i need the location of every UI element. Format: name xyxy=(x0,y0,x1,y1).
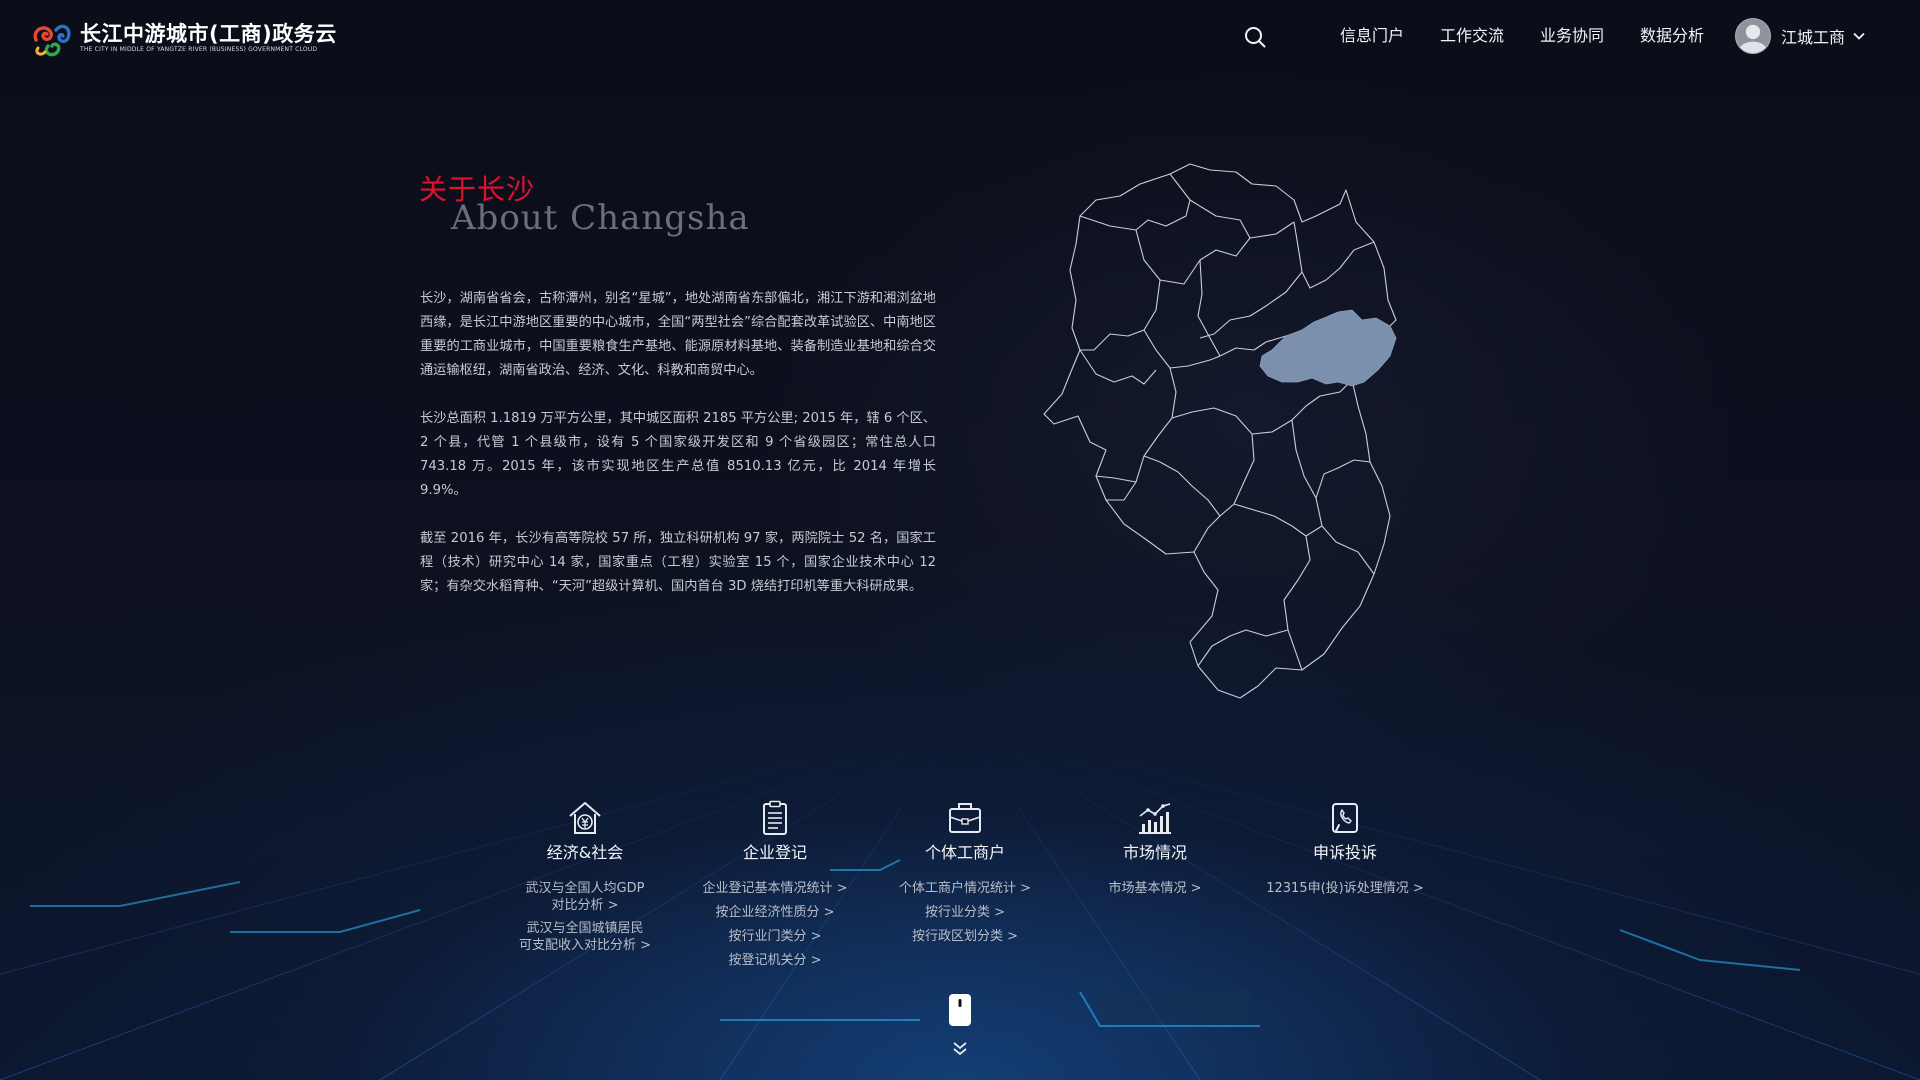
link-by-administrative-division[interactable]: 按行政区划分类 > xyxy=(870,928,1060,946)
site-logo[interactable]: 长江中游城市(工商)政务云 THE CITY IN MIDDLE OF YANG… xyxy=(28,18,337,58)
category-title: 市场情况 xyxy=(1122,843,1187,862)
chevron-down-icon xyxy=(1853,32,1865,40)
logo-title-en: THE CITY IN MIDDLE OF YANGTZE RIVER (BUS… xyxy=(80,46,318,53)
scroll-down-icon[interactable] xyxy=(946,993,974,1061)
top-header: 长江中游城市(工商)政务云 THE CITY IN MIDDLE OF YANG… xyxy=(0,0,1920,74)
changsha-region-highlight xyxy=(1259,309,1397,387)
province-map xyxy=(1043,163,1397,699)
province-outline xyxy=(1043,163,1397,699)
category-enterprise-registration: 企业登记 企业登记基本情况统计 > 按企业经济性质分 > 按行业门类分 > 按登… xyxy=(680,800,870,976)
nav-item-data-analysis[interactable]: 数据分析 xyxy=(1640,24,1704,48)
logo-title-cn: 长江中游城市(工商)政务云 xyxy=(80,22,337,46)
link-registration-stats[interactable]: 企业登记基本情况统计 > xyxy=(680,880,870,898)
clipboard-icon xyxy=(763,800,787,835)
search-icon[interactable] xyxy=(1243,25,1267,49)
category-title: 企业登记 xyxy=(742,843,807,862)
link-market-overview[interactable]: 市场基本情况 > xyxy=(1060,880,1250,898)
about-description: 长沙，湖南省省会，古称潭州，别名“星城”，地处湖南省东部偏北，湘江下游和湘浏盆地… xyxy=(420,287,936,623)
user-name: 江城工商 xyxy=(1781,28,1846,47)
link-by-registration-authority[interactable]: 按登记机关分 > xyxy=(680,952,870,970)
link-individual-business-stats[interactable]: 个体工商户情况统计 > xyxy=(870,880,1060,898)
category-title: 经济&社会 xyxy=(546,843,624,862)
link-by-industry-category[interactable]: 按行业门类分 > xyxy=(680,928,870,946)
link-by-economic-type[interactable]: 按企业经济性质分 > xyxy=(680,904,870,922)
briefcase-icon xyxy=(949,803,981,833)
link-income-comparison[interactable]: 武汉与全国城镇居民 可支配收入对比分析 > xyxy=(490,920,680,954)
category-individual-business: 个体工商户 个体工商户情况统计 > 按行业分类 > 按行政区划分类 > xyxy=(870,800,1060,952)
phone-complaint-icon xyxy=(1332,803,1358,833)
category-title: 申诉投诉 xyxy=(1312,843,1377,862)
category-economy-society: 经济&社会 武汉与全国人均GDP 对比分析 > 武汉与全国城镇居民 可支配收入对… xyxy=(490,800,680,954)
category-title: 个体工商户 xyxy=(924,843,1005,862)
link-by-industry[interactable]: 按行业分类 > xyxy=(870,904,1060,922)
bar-chart-icon xyxy=(1139,803,1171,834)
avatar xyxy=(1735,18,1771,54)
house-yuan-icon xyxy=(569,802,601,834)
about-title-en: About Changsha xyxy=(451,198,750,238)
logo-swirl-icon xyxy=(33,24,71,57)
user-menu[interactable]: 江城工商 xyxy=(1735,18,1865,54)
nav-item-collaboration[interactable]: 业务协同 xyxy=(1540,24,1604,48)
link-gdp-comparison[interactable]: 武汉与全国人均GDP 对比分析 > xyxy=(490,880,680,914)
about-paragraph: 截至 2016 年，长沙有高等院校 57 所，独立科研机构 97 家，两院院士 … xyxy=(420,531,936,594)
nav-item-info-portal[interactable]: 信息门户 xyxy=(1340,24,1404,48)
link-complaint-handling[interactable]: 12315申(投)诉处理情况 > xyxy=(1250,880,1440,898)
category-market: 市场情况 市场基本情况 > xyxy=(1060,800,1250,904)
category-links: 经济&社会 武汉与全国人均GDP 对比分析 > 武汉与全国城镇居民 可支配收入对… xyxy=(490,800,1450,1000)
main-nav: 信息门户 工作交流 业务协同 数据分析 xyxy=(1340,24,1740,48)
about-paragraph: 长沙总面积 1.1819 万平方公里，其中城区面积 2185 平方公里; 201… xyxy=(420,411,936,498)
about-paragraph: 长沙，湖南省省会，古称潭州，别名“星城”，地处湖南省东部偏北，湘江下游和湘浏盆地… xyxy=(420,291,936,378)
page: 长江中游城市(工商)政务云 THE CITY IN MIDDLE OF YANG… xyxy=(0,0,1920,1080)
category-complaints: 申诉投诉 12315申(投)诉处理情况 > xyxy=(1250,800,1440,904)
nav-item-work-exchange[interactable]: 工作交流 xyxy=(1440,24,1504,48)
